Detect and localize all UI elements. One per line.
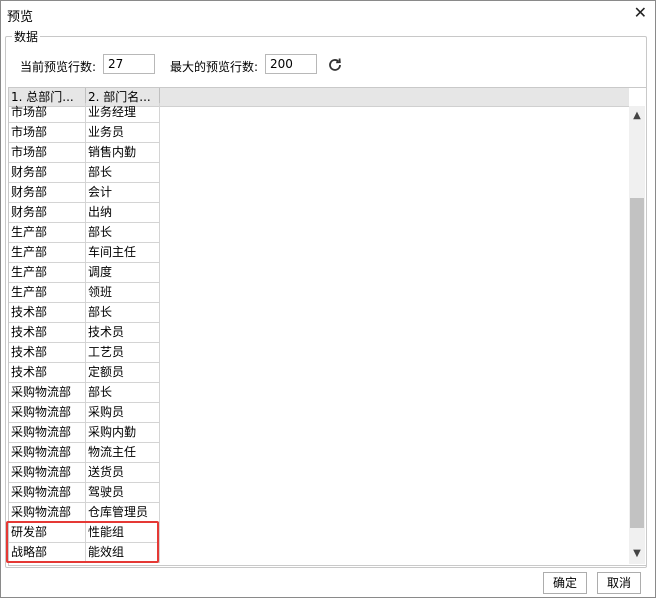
preview-grid: 1. 总部门... 2. 部门名... 市场部 业务经理 市场部 业务员 市场部 销售内勤… bbox=[8, 87, 647, 566]
title-bar: 预览 ✕ bbox=[1, 1, 655, 27]
table-row[interactable]: 采购物流部 仓库管理员 bbox=[9, 503, 160, 523]
table-row[interactable]: 采购物流部 驾驶员 bbox=[9, 483, 160, 503]
cancel-button[interactable]: 取消 bbox=[597, 572, 641, 594]
current-rows-label: 当前预览行数: bbox=[20, 60, 97, 74]
ok-button[interactable]: 确定 bbox=[543, 572, 587, 594]
table-row[interactable]: 生产部 领班 bbox=[9, 283, 160, 303]
scrollbar-thumb[interactable] bbox=[630, 198, 644, 528]
table-row[interactable]: 财务部 出纳 bbox=[9, 203, 160, 223]
table-cell[interactable]: 出纳 bbox=[86, 203, 160, 222]
chevron-up-icon[interactable]: ▲ bbox=[629, 108, 645, 124]
table-cell[interactable]: 会计 bbox=[86, 183, 160, 202]
table-cell[interactable]: 部长 bbox=[86, 163, 160, 182]
table-cell[interactable]: 采购物流部 bbox=[9, 383, 86, 402]
table-cell[interactable]: 生产部 bbox=[9, 283, 86, 302]
table-row[interactable]: 战略部 能效组 bbox=[9, 543, 160, 563]
table-cell[interactable]: 性能组 bbox=[86, 523, 160, 542]
table-row[interactable]: 采购物流部 部长 bbox=[9, 383, 160, 403]
table-cell[interactable]: 部长 bbox=[86, 223, 160, 242]
table-cell[interactable]: 生产部 bbox=[9, 223, 86, 242]
table-cell[interactable]: 技术员 bbox=[86, 323, 160, 342]
table-row[interactable]: 研发部 性能组 bbox=[9, 523, 160, 543]
table-row[interactable]: 财务部 部长 bbox=[9, 163, 160, 183]
max-rows-input[interactable] bbox=[265, 54, 317, 74]
table-cell[interactable]: 技术部 bbox=[9, 343, 86, 362]
table-row[interactable]: 市场部 销售内勤 bbox=[9, 143, 160, 163]
table-row[interactable]: 财务部 会计 bbox=[9, 183, 160, 203]
table-row[interactable]: 技术部 定额员 bbox=[9, 363, 160, 383]
table-row[interactable]: 采购物流部 采购内勤 bbox=[9, 423, 160, 443]
table-cell[interactable]: 采购物流部 bbox=[9, 463, 86, 482]
chevron-down-icon[interactable]: ▼ bbox=[629, 546, 645, 562]
table-cell[interactable]: 领班 bbox=[86, 283, 160, 302]
table-cell[interactable]: 采购物流部 bbox=[9, 423, 86, 442]
table-cell[interactable]: 战略部 bbox=[9, 543, 86, 562]
table-cell[interactable]: 研发部 bbox=[9, 523, 86, 542]
table-cell[interactable]: 调度 bbox=[86, 263, 160, 282]
table-cell[interactable]: 财务部 bbox=[9, 203, 86, 222]
table-cell[interactable]: 采购员 bbox=[86, 403, 160, 422]
table-cell[interactable]: 采购物流部 bbox=[9, 443, 86, 462]
table-cell[interactable]: 部长 bbox=[86, 383, 160, 402]
table-cell[interactable]: 生产部 bbox=[9, 243, 86, 262]
table-cell[interactable]: 采购物流部 bbox=[9, 403, 86, 422]
table-cell[interactable]: 采购物流部 bbox=[9, 503, 86, 522]
table-cell[interactable]: 工艺员 bbox=[86, 343, 160, 362]
table-cell[interactable]: 定额员 bbox=[86, 363, 160, 382]
table-cell[interactable]: 技术部 bbox=[9, 303, 86, 322]
grid-rows: 市场部 业务经理 市场部 业务员 市场部 销售内勤 财务部 部长 财务部 会计 财务部 出纳 生产部 部长… bbox=[9, 103, 160, 563]
max-rows-label: 最大的预览行数: bbox=[170, 60, 259, 74]
table-cell[interactable]: 驾驶员 bbox=[86, 483, 160, 502]
table-cell[interactable]: 采购内勤 bbox=[86, 423, 160, 442]
table-cell[interactable]: 市场部 bbox=[9, 143, 86, 162]
table-cell[interactable]: 生产部 bbox=[9, 263, 86, 282]
refresh-icon[interactable] bbox=[326, 56, 344, 74]
table-cell[interactable]: 技术部 bbox=[9, 323, 86, 342]
table-cell[interactable]: 财务部 bbox=[9, 163, 86, 182]
table-cell[interactable]: 部长 bbox=[86, 303, 160, 322]
table-row[interactable]: 采购物流部 送货员 bbox=[9, 463, 160, 483]
group-label: 数据 bbox=[12, 28, 41, 45]
table-cell[interactable]: 采购物流部 bbox=[9, 483, 86, 502]
table-row[interactable]: 采购物流部 物流主任 bbox=[9, 443, 160, 463]
vertical-scrollbar[interactable]: ▲ ▼ bbox=[629, 106, 645, 564]
table-cell[interactable]: 业务经理 bbox=[86, 103, 160, 122]
table-cell[interactable]: 市场部 bbox=[9, 123, 86, 142]
table-cell[interactable]: 送货员 bbox=[86, 463, 160, 482]
table-row[interactable]: 生产部 车间主任 bbox=[9, 243, 160, 263]
table-cell[interactable]: 物流主任 bbox=[86, 443, 160, 462]
table-cell[interactable]: 财务部 bbox=[9, 183, 86, 202]
dialog-title: 预览 bbox=[7, 10, 34, 25]
table-cell[interactable]: 市场部 bbox=[9, 103, 86, 122]
table-cell[interactable]: 仓库管理员 bbox=[86, 503, 160, 522]
table-row[interactable]: 技术部 部长 bbox=[9, 303, 160, 323]
table-row[interactable]: 市场部 业务经理 bbox=[9, 103, 160, 123]
table-cell[interactable]: 车间主任 bbox=[86, 243, 160, 262]
table-row[interactable]: 技术部 技术员 bbox=[9, 323, 160, 343]
table-row[interactable]: 生产部 部长 bbox=[9, 223, 160, 243]
table-cell[interactable]: 技术部 bbox=[9, 363, 86, 382]
table-cell[interactable]: 销售内勤 bbox=[86, 143, 160, 162]
current-rows-input[interactable] bbox=[103, 54, 155, 74]
table-cell[interactable]: 能效组 bbox=[86, 543, 160, 562]
table-row[interactable]: 技术部 工艺员 bbox=[9, 343, 160, 363]
close-icon[interactable]: ✕ bbox=[634, 4, 647, 22]
table-row[interactable]: 生产部 调度 bbox=[9, 263, 160, 283]
table-row[interactable]: 采购物流部 采购员 bbox=[9, 403, 160, 423]
table-row[interactable]: 市场部 业务员 bbox=[9, 123, 160, 143]
table-cell[interactable]: 业务员 bbox=[86, 123, 160, 142]
